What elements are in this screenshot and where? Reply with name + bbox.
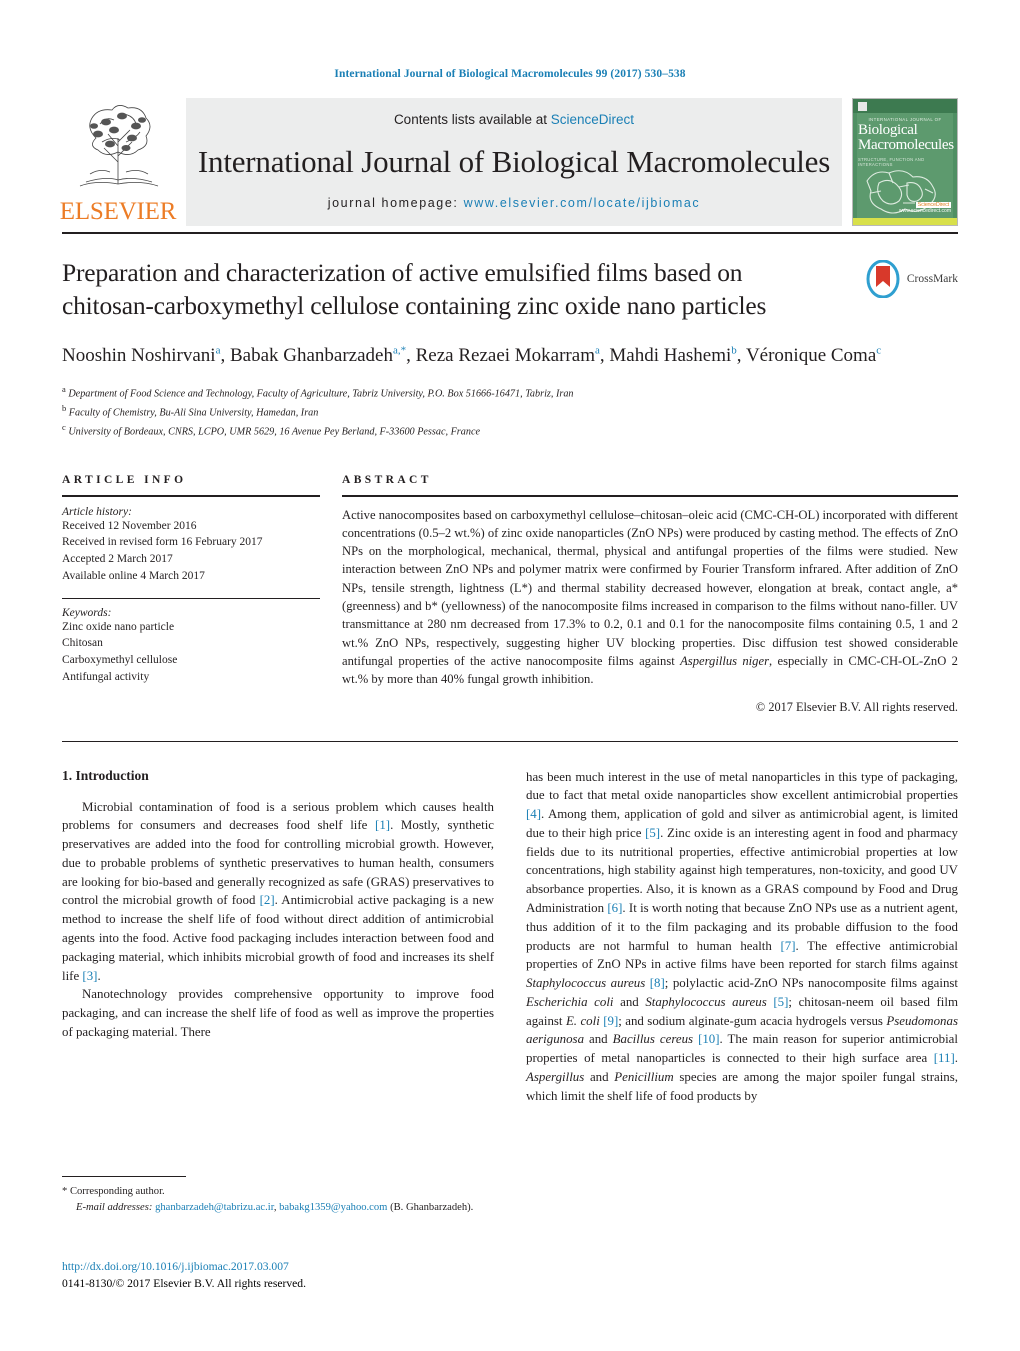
elsevier-logo-block: ELSEVIER [59, 98, 177, 226]
paragraph: Nanotechnology provides comprehensive op… [62, 987, 494, 1039]
cover-sd-url: www.sciencedirect.com [899, 208, 951, 214]
article-history-heading: Article history: [62, 505, 132, 518]
email-note: E-mail addresses: ghanbarzadeh@tabrizu.a… [76, 1201, 474, 1213]
abstract-copyright: © 2017 Elsevier B.V. All rights reserved… [755, 699, 958, 714]
crossmark-badge[interactable]: CrossMark [864, 260, 958, 298]
contents-available-line: Contents lists available at ScienceDirec… [394, 112, 634, 127]
journal-masthead: ELSEVIER Contents lists available at Sci… [59, 98, 958, 226]
email-link-secondary[interactable]: babakg1359@yahoo.com [279, 1202, 387, 1213]
keywords-rule [62, 597, 320, 599]
article-body: 1. Introduction Microbial contamination … [62, 742, 958, 1106]
history-item: Received 12 November 2016 [62, 519, 197, 532]
journal-cover-thumbnail[interactable]: INTERNATIONAL JOURNAL OF Biological Macr… [852, 98, 958, 226]
info-abstract-section: ARTICLE INFO Article history: Received 1… [62, 440, 958, 715]
running-head: International Journal of Biological Macr… [334, 68, 686, 80]
sciencedirect-link[interactable]: ScienceDirect [551, 112, 634, 127]
journal-banner: Contents lists available at ScienceDirec… [186, 98, 842, 226]
homepage-url-link[interactable]: www.elsevier.com/locate/ijbiomac [464, 196, 701, 210]
abstract-column: ABSTRACT Active nanocomposites based on … [342, 474, 958, 715]
affiliation-item: c University of Bordeaux, CNRS, LCPO, UM… [62, 421, 958, 440]
email-suffix: (B. Ghanbarzadeh). [390, 1201, 474, 1213]
cover-title: Biological Macromolecules [858, 122, 954, 154]
journal-homepage-line: journal homepage: www.elsevier.com/locat… [328, 196, 701, 210]
affiliation-text: University of Bordeaux, CNRS, LCPO, UMR … [68, 426, 480, 437]
affiliation-item: b Faculty of Chemistry, Bu-Ali Sina Univ… [62, 402, 958, 421]
homepage-prefix: journal homepage: [327, 196, 464, 210]
title-block: Preparation and characterization of acti… [62, 234, 958, 322]
section-heading-introduction: 1. Introduction [62, 767, 149, 783]
cover-topbar [853, 99, 957, 113]
corresponding-author-note: * Corresponding author. [62, 1186, 165, 1197]
affiliation-text: Faculty of Chemistry, Bu-Ali Sina Univer… [68, 407, 319, 419]
cover-elsevier-icon [858, 102, 867, 111]
abstract-rule [342, 494, 958, 497]
paragraph: Microbial contamination of food is a ser… [62, 799, 494, 983]
elsevier-tree-icon [79, 105, 159, 187]
page-title: Preparation and characterization of acti… [62, 258, 767, 321]
author-list: Nooshin Noshirvania, Babak Ghanbarzadeha… [62, 344, 882, 367]
history-item: Accepted 2 March 2017 [62, 553, 173, 566]
affiliation-list: a Department of Food Science and Technol… [62, 383, 958, 440]
email-label: E-mail addresses: [76, 1201, 153, 1213]
body-column-left: 1. Introduction Microbial contamination … [62, 768, 494, 1106]
footnote-rule [62, 1176, 186, 1177]
keyword-item: Carboxymethyl cellulose [62, 654, 178, 667]
cover-bottombar [853, 218, 957, 225]
cover-title-line2: Macromolecules [858, 137, 954, 154]
paragraph: has been much interest in the use of met… [526, 769, 959, 1103]
crossmark-icon [866, 260, 900, 298]
keyword-item: Chitosan [62, 637, 103, 650]
abstract-label: ABSTRACT [342, 473, 432, 486]
article-info-rule [62, 494, 320, 497]
affiliation-marker: a [62, 383, 66, 394]
footer-identifiers: http://dx.doi.org/10.1016/j.ijbiomac.201… [62, 1258, 502, 1293]
article-info-label: ARTICLE INFO [62, 473, 187, 486]
cover-title-line1: Biological [858, 122, 918, 138]
history-item: Received in revised form 16 February 201… [62, 536, 263, 549]
affiliation-item: a Department of Food Science and Technol… [62, 383, 958, 402]
keyword-item: Antifungal activity [62, 670, 150, 683]
elsevier-wordmark: ELSEVIER [59, 198, 177, 225]
doi-link[interactable]: http://dx.doi.org/10.1016/j.ijbiomac.201… [62, 1258, 502, 1275]
keyword-item: Zinc oxide nano particle [62, 620, 175, 633]
affiliation-marker: b [62, 402, 67, 413]
body-column-right: has been much interest in the use of met… [526, 768, 958, 1106]
keywords-heading: Keywords: [62, 606, 112, 619]
issn-copyright-line: 0141-8130/© 2017 Elsevier B.V. All right… [62, 1277, 306, 1291]
contents-prefix: Contents lists available at [393, 112, 551, 127]
article-page: International Journal of Biological Macr… [0, 0, 1020, 1351]
article-info-column: ARTICLE INFO Article history: Received 1… [62, 474, 320, 715]
correspondence-footnote: * Corresponding author. E-mail addresses… [62, 1176, 490, 1216]
journal-title: International Journal of Biological Macr… [197, 143, 831, 179]
affiliation-marker: c [62, 421, 66, 432]
affiliation-text: Department of Food Science and Technolog… [68, 388, 574, 400]
history-item: Available online 4 March 2017 [62, 569, 205, 582]
email-link-primary[interactable]: ghanbarzadeh@tabrizu.ac.ir [155, 1202, 274, 1213]
abstract-text: Active nanocomposites based on carboxyme… [342, 507, 958, 687]
crossmark-label: CrossMark [906, 273, 958, 285]
cover-sciencedirect-logo: ScienceDirect www.sciencedirect.com [899, 202, 951, 214]
